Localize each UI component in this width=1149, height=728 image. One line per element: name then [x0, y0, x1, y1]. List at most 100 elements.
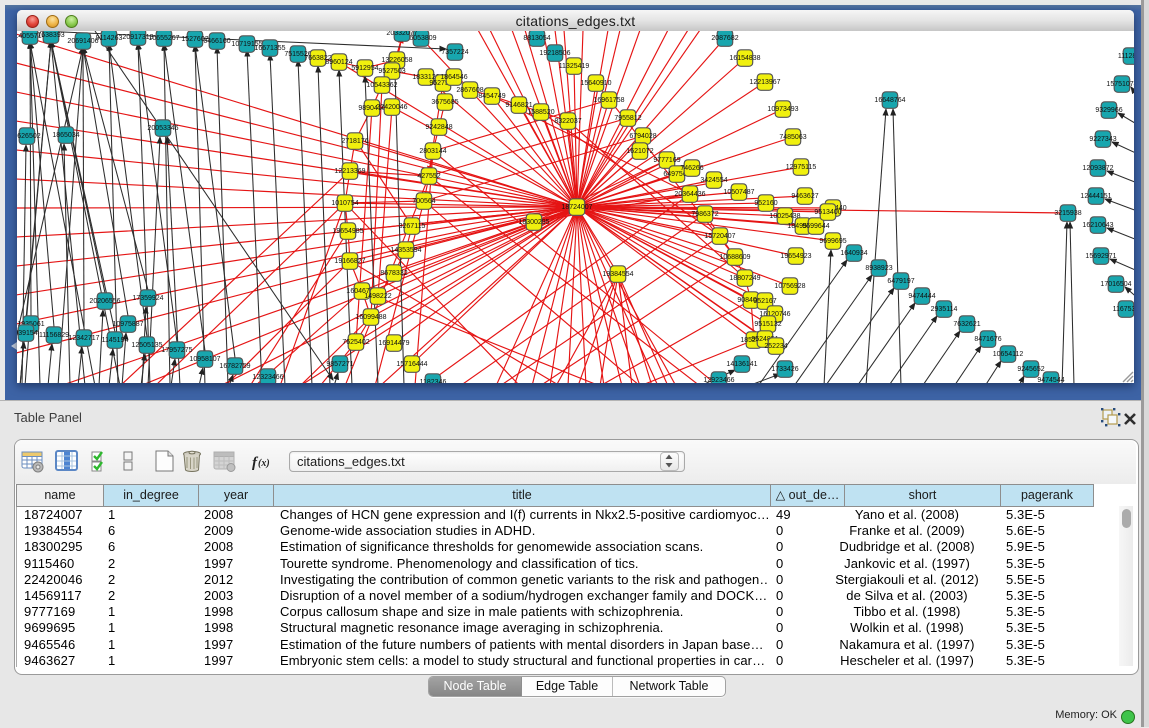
svg-text:1733426: 1733426: [771, 366, 798, 373]
svg-text:12975115: 12975115: [786, 164, 817, 171]
svg-text:12342717: 12342717: [68, 335, 99, 342]
svg-text:9463627: 9463627: [791, 193, 818, 200]
svg-text:1865034: 1865034: [52, 132, 79, 139]
svg-text:5912954: 5912954: [351, 65, 378, 72]
svg-text:22420046: 22420046: [376, 104, 407, 111]
svg-text:1498222: 1498222: [364, 293, 391, 300]
svg-text:8471676: 8471676: [974, 336, 1001, 343]
svg-text:19166827: 19166827: [334, 258, 365, 265]
svg-text:1182346: 1182346: [420, 379, 447, 383]
svg-text:9146821: 9146821: [505, 102, 532, 109]
svg-text:3424554: 3424554: [700, 177, 727, 184]
svg-text:8960124: 8960124: [325, 59, 352, 66]
svg-text:16099488: 16099488: [355, 314, 386, 321]
svg-text:12213369: 12213369: [334, 168, 365, 175]
svg-text:12323466: 12323466: [252, 374, 283, 381]
svg-text:9857271: 9857271: [326, 361, 353, 368]
svg-text:9474544: 9474544: [1037, 377, 1064, 383]
svg-text:7632621: 7632621: [953, 321, 980, 328]
svg-text:2803144: 2803144: [419, 148, 446, 155]
svg-text:252234: 252234: [764, 343, 787, 350]
svg-text:8454749: 8454749: [478, 93, 505, 100]
svg-text:19218506: 19218506: [539, 50, 570, 57]
svg-text:18724007: 18724007: [561, 204, 592, 211]
svg-text:20332077: 20332077: [386, 31, 417, 37]
svg-text:11156829: 11156829: [39, 332, 69, 339]
svg-text:8678332: 8678332: [380, 270, 407, 277]
svg-text:6466160: 6466160: [203, 38, 230, 45]
svg-text:10756928: 10756928: [774, 283, 805, 290]
svg-text:1167533: 1167533: [1113, 306, 1134, 313]
svg-text:15640910: 15640910: [580, 80, 611, 87]
svg-text:15720407: 15720407: [704, 233, 735, 240]
svg-text:16671355: 16671355: [254, 45, 285, 52]
svg-text:17957275: 17957275: [161, 347, 192, 354]
svg-text:20053346: 20053346: [147, 125, 178, 132]
svg-text:9515132: 9515132: [754, 321, 781, 328]
svg-text:1588520: 1588520: [527, 109, 554, 116]
svg-text:939154: 939154: [17, 330, 38, 337]
svg-text:7955812: 7955812: [614, 115, 641, 122]
svg-text:10973493: 10973493: [767, 106, 798, 113]
svg-text:16210643: 16210643: [1082, 222, 1113, 229]
svg-text:19654985: 19654985: [332, 228, 363, 235]
svg-text:20206556: 20206556: [89, 298, 120, 305]
svg-text:15692971: 15692971: [1085, 253, 1116, 260]
svg-text:16782759: 16782759: [219, 363, 250, 370]
svg-text:10975887: 10975887: [112, 321, 143, 328]
svg-text:20364436: 20364436: [674, 191, 705, 198]
svg-text:9777169: 9777169: [653, 157, 680, 164]
svg-text:7357224: 7357224: [441, 49, 468, 56]
svg-text:10654112: 10654112: [993, 351, 1024, 358]
svg-text:9474444: 9474444: [908, 293, 935, 300]
svg-text:14353594: 14353594: [390, 247, 421, 254]
svg-text:427552: 427552: [417, 173, 440, 180]
svg-text:10543362: 10543362: [366, 82, 397, 89]
svg-text:8813054: 8813054: [523, 35, 550, 42]
svg-text:10655267: 10655267: [148, 35, 179, 42]
svg-text:9114263: 9114263: [96, 35, 123, 42]
svg-text:2935114: 2935114: [931, 306, 958, 313]
svg-text:1621072: 1621072: [626, 148, 653, 155]
svg-text:16914479: 16914479: [378, 340, 409, 347]
svg-text:952167: 952167: [753, 298, 776, 305]
svg-text:15716444: 15716444: [396, 361, 427, 368]
svg-text:10958107: 10958107: [189, 356, 220, 363]
svg-text:1112852: 1112852: [1118, 53, 1134, 60]
svg-text:952160: 952160: [754, 200, 777, 207]
svg-text:17016504: 17016504: [1100, 281, 1131, 288]
svg-text:19654923: 19654923: [780, 253, 811, 260]
svg-text:2087682: 2087682: [711, 35, 738, 42]
svg-text:12505135: 12505135: [131, 342, 162, 349]
svg-text:1640934: 1640934: [840, 250, 867, 257]
svg-text:7485063: 7485063: [779, 134, 806, 141]
svg-text:10688609: 10688609: [719, 254, 750, 261]
svg-text:8322037: 8322037: [554, 118, 581, 125]
svg-text:18300295: 18300295: [518, 219, 549, 226]
svg-text:17359924: 17359924: [132, 295, 163, 302]
svg-text:9699695: 9699695: [819, 238, 846, 245]
svg-text:15751074: 15751074: [1106, 81, 1134, 88]
svg-text:9513400: 9513400: [814, 209, 841, 216]
svg-text:(x): (x): [258, 458, 270, 469]
svg-text:12444151: 12444151: [1080, 193, 1111, 200]
svg-text:20691406: 20691406: [67, 38, 98, 45]
svg-text:2718176: 2718176: [341, 138, 368, 145]
svg-text:7638393: 7638393: [37, 32, 64, 39]
svg-text:11325419: 11325419: [559, 63, 590, 70]
svg-text:12093872: 12093872: [1082, 165, 1113, 172]
svg-text:16648764: 16648764: [874, 97, 905, 104]
svg-text:1864546: 1864546: [440, 74, 467, 81]
svg-text:9227343: 9227343: [1089, 136, 1116, 143]
svg-text:3215938: 3215938: [1054, 210, 1081, 217]
svg-text:9242848: 9242848: [425, 124, 452, 131]
svg-text:19384554: 19384554: [602, 271, 633, 278]
svg-text:7625402: 7625402: [342, 339, 369, 346]
svg-text:18807249: 18807249: [729, 275, 760, 282]
svg-text:9527503: 9527503: [378, 68, 405, 75]
svg-text:3675685: 3675685: [431, 99, 458, 106]
svg-text:12213967: 12213967: [749, 79, 780, 86]
svg-text:746266: 746266: [680, 165, 703, 172]
svg-text:2626502: 2626502: [17, 133, 41, 140]
svg-text:6479197: 6479197: [887, 278, 914, 285]
